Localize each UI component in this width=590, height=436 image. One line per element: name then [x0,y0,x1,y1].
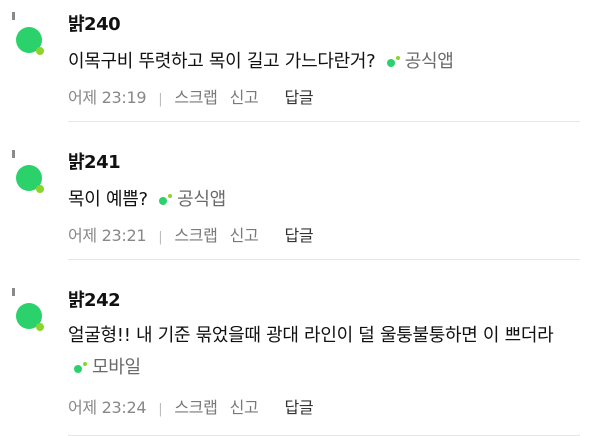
comment-item: 뱕241 목이 예쁨? 공식앱 어제 23:21 | 스크랩 신고 답글 [0,138,590,276]
comment-nickname[interactable]: 뱕240 [68,10,121,36]
device-label: 모바일 [72,357,141,378]
meta-separator: | [158,402,163,417]
comment-nickname[interactable]: 뱕241 [68,148,121,174]
scrap-button[interactable]: 스크랩 [174,226,218,245]
report-button[interactable]: 신고 [230,398,259,417]
comment-item: 뱕240 이목구비 뚜렷하고 목이 길고 가느다란거? 공식앱 어제 23:19… [0,0,590,138]
comment-list: 뱕240 이목구비 뚜렷하고 목이 길고 가느다란거? 공식앱 어제 23:19… [0,0,590,436]
device-name: 모바일 [92,357,141,378]
avatar[interactable] [10,10,50,60]
reply-button[interactable]: 답글 [284,88,313,107]
avatar[interactable] [10,148,50,198]
avatar-accent-icon [36,47,44,55]
meta-separator: | [158,92,163,107]
report-button[interactable]: 신고 [230,226,259,245]
comment-divider [68,259,580,260]
meta-separator: | [158,230,163,245]
avatar-accent-icon [36,185,44,193]
scrap-button[interactable]: 스크랩 [174,398,218,417]
reply-button[interactable]: 답글 [284,398,313,417]
scrap-button[interactable]: 스크랩 [174,88,218,107]
device-dot-icon [385,56,401,68]
comment-nickname[interactable]: 뱕242 [68,286,121,312]
avatar[interactable] [10,286,50,336]
report-button[interactable]: 신고 [230,88,259,107]
device-name: 공식앱 [177,189,226,210]
reply-button[interactable]: 답글 [284,226,313,245]
comment-time: 어제 23:24 [68,398,147,417]
device-label: 공식앱 [385,51,454,72]
avatar-badge-icon [12,150,15,158]
comment-meta: 어제 23:21 | 스크랩 신고 답글 [68,222,314,246]
avatar-badge-icon [12,12,15,20]
comment-body: 얼굴형!! 내 기준 묶었을때 광대 라인이 덜 울퉁불퉁하면 이 쁘더라 [68,325,554,346]
comment-time: 어제 23:19 [68,88,147,107]
device-name: 공식앱 [404,51,454,72]
comment-body: 목이 예쁨? [68,189,148,210]
device-dot-icon [72,362,88,374]
comment-meta: 어제 23:24 | 스크랩 신고 답글 [68,394,314,418]
device-dot-icon [157,194,173,206]
device-label: 공식앱 [157,189,226,210]
comment-text: 목이 예쁨? 공식앱 [68,184,578,216]
avatar-accent-icon [36,323,44,331]
comment-text: 이목구비 뚜렷하고 목이 길고 가느다란거? 공식앱 [68,46,578,78]
comment-meta: 어제 23:19 | 스크랩 신고 답글 [68,84,314,108]
avatar-badge-icon [12,288,15,296]
comment-item: 뱕242 얼굴형!! 내 기준 묶었을때 광대 라인이 덜 울퉁불퉁하면 이 쁘… [0,276,590,436]
comment-time: 어제 23:21 [68,226,147,245]
comment-body: 이목구비 뚜렷하고 목이 길고 가느다란거? [68,51,376,72]
comment-text: 얼굴형!! 내 기준 묶었을때 광대 라인이 덜 울퉁불퉁하면 이 쁘더라 모바… [68,320,578,384]
comment-divider [68,121,580,122]
